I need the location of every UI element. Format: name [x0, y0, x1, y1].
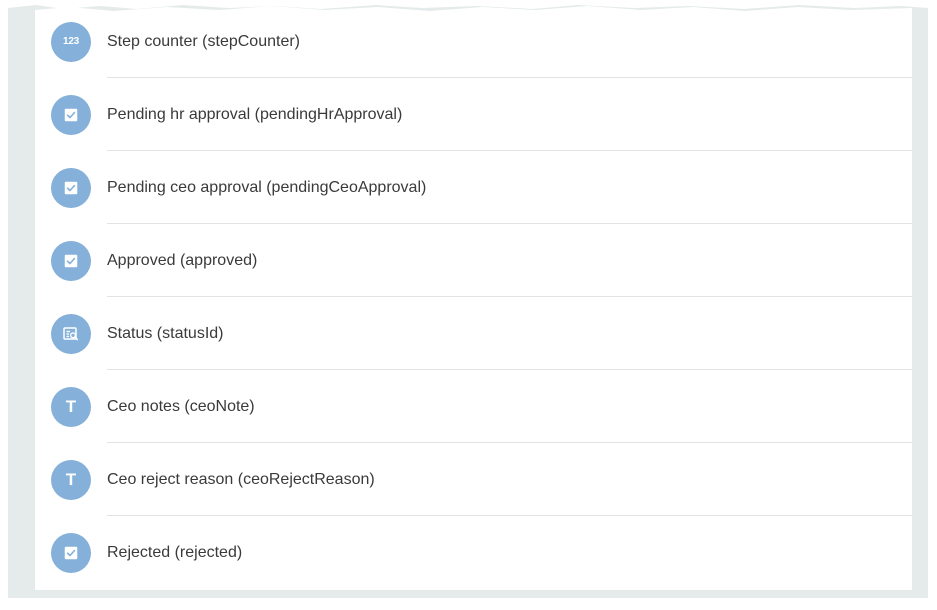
number-icon: 123: [51, 21, 91, 62]
field-row-rejected[interactable]: Rejected (rejected): [35, 516, 912, 589]
field-row-ceo-reject-reason[interactable]: T Ceo reject reason (ceoRejectReason): [35, 443, 912, 516]
lookup-icon: [51, 313, 91, 354]
text-icon: T: [51, 459, 91, 500]
checkbox-icon: [51, 94, 91, 135]
field-label: Approved (approved): [107, 251, 258, 269]
text-icon: T: [51, 386, 91, 427]
checkbox-icon: [51, 167, 91, 208]
field-row-step-counter[interactable]: 123 Step counter (stepCounter): [35, 6, 912, 78]
field-row-pending-hr-approval[interactable]: Pending hr approval (pendingHrApproval): [35, 78, 912, 151]
field-label: Pending hr approval (pendingHrApproval): [107, 105, 403, 123]
field-label: Rejected (rejected): [107, 543, 243, 561]
field-label: Ceo notes (ceoNote): [107, 397, 255, 415]
field-row-ceo-notes[interactable]: T Ceo notes (ceoNote): [35, 370, 912, 443]
checkbox-icon: [51, 240, 91, 281]
field-row-approved[interactable]: Approved (approved): [35, 224, 912, 297]
field-label: Step counter (stepCounter): [107, 32, 300, 50]
field-row-pending-ceo-approval[interactable]: Pending ceo approval (pendingCeoApproval…: [35, 151, 912, 224]
field-label: Pending ceo approval (pendingCeoApproval…: [107, 178, 427, 196]
field-label: Ceo reject reason (ceoRejectReason): [107, 470, 375, 488]
field-list: 123 Step counter (stepCounter) Pending h…: [35, 6, 912, 590]
checkbox-icon: [51, 532, 91, 573]
field-label: Status (statusId): [107, 324, 224, 342]
field-row-status[interactable]: Status (statusId): [35, 297, 912, 370]
